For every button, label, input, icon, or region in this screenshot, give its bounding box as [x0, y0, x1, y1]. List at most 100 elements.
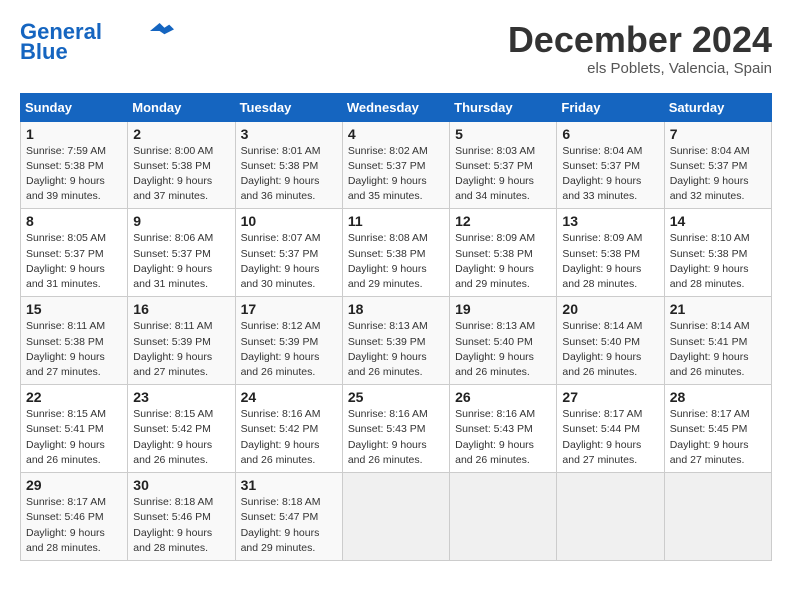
calendar-day-cell: 9 Sunrise: 8:06 AM Sunset: 5:37 PM Daylig… — [128, 209, 235, 297]
logo-blue-text: Blue — [20, 40, 68, 64]
calendar-day-cell: 18 Sunrise: 8:13 AM Sunset: 5:39 PM Dayli… — [342, 297, 449, 385]
day-number: 24 — [241, 389, 337, 405]
day-number: 28 — [670, 389, 766, 405]
day-info-text: Sunrise: 8:06 AM Sunset: 5:37 PM Dayligh… — [133, 231, 229, 292]
day-info-text: Sunrise: 7:59 AM Sunset: 5:38 PM Dayligh… — [26, 144, 122, 205]
logo: General Blue — [20, 20, 174, 64]
day-info-text: Sunrise: 8:04 AM Sunset: 5:37 PM Dayligh… — [562, 144, 658, 205]
day-header-wednesday: Wednesday — [342, 93, 449, 121]
calendar-day-cell: 4 Sunrise: 8:02 AM Sunset: 5:37 PM Daylig… — [342, 121, 449, 209]
calendar-week-row: 8 Sunrise: 8:05 AM Sunset: 5:37 PM Daylig… — [21, 209, 772, 297]
title-section: December 2024 els Poblets, Valencia, Spa… — [508, 20, 772, 77]
calendar-day-cell: 24 Sunrise: 8:16 AM Sunset: 5:42 PM Dayli… — [235, 385, 342, 473]
calendar-day-cell: 27 Sunrise: 8:17 AM Sunset: 5:44 PM Dayli… — [557, 385, 664, 473]
logo-bird-icon — [150, 23, 174, 39]
day-info-text: Sunrise: 8:15 AM Sunset: 5:42 PM Dayligh… — [133, 407, 229, 468]
day-info-text: Sunrise: 8:08 AM Sunset: 5:38 PM Dayligh… — [348, 231, 444, 292]
calendar-day-cell: 31 Sunrise: 8:18 AM Sunset: 5:47 PM Dayli… — [235, 473, 342, 561]
day-number: 22 — [26, 389, 122, 405]
calendar-day-cell: 17 Sunrise: 8:12 AM Sunset: 5:39 PM Dayli… — [235, 297, 342, 385]
location: els Poblets, Valencia, Spain — [508, 60, 772, 77]
day-info-text: Sunrise: 8:16 AM Sunset: 5:43 PM Dayligh… — [455, 407, 551, 468]
day-info-text: Sunrise: 8:01 AM Sunset: 5:38 PM Dayligh… — [241, 144, 337, 205]
calendar-day-cell: 7 Sunrise: 8:04 AM Sunset: 5:37 PM Daylig… — [664, 121, 771, 209]
calendar-body: 1 Sunrise: 7:59 AM Sunset: 5:38 PM Daylig… — [21, 121, 772, 560]
day-number: 17 — [241, 301, 337, 317]
day-info-text: Sunrise: 8:10 AM Sunset: 5:38 PM Dayligh… — [670, 231, 766, 292]
day-info-text: Sunrise: 8:11 AM Sunset: 5:39 PM Dayligh… — [133, 319, 229, 380]
calendar-empty-cell — [557, 473, 664, 561]
day-number: 7 — [670, 126, 766, 142]
day-number: 2 — [133, 126, 229, 142]
day-number: 27 — [562, 389, 658, 405]
day-number: 11 — [348, 213, 444, 229]
calendar-day-cell: 6 Sunrise: 8:04 AM Sunset: 5:37 PM Daylig… — [557, 121, 664, 209]
day-number: 6 — [562, 126, 658, 142]
calendar-day-cell: 3 Sunrise: 8:01 AM Sunset: 5:38 PM Daylig… — [235, 121, 342, 209]
day-info-text: Sunrise: 8:12 AM Sunset: 5:39 PM Dayligh… — [241, 319, 337, 380]
page-header: General Blue December 2024 els Poblets, … — [20, 20, 772, 77]
day-info-text: Sunrise: 8:07 AM Sunset: 5:37 PM Dayligh… — [241, 231, 337, 292]
day-info-text: Sunrise: 8:16 AM Sunset: 5:43 PM Dayligh… — [348, 407, 444, 468]
day-number: 18 — [348, 301, 444, 317]
day-header-monday: Monday — [128, 93, 235, 121]
day-number: 21 — [670, 301, 766, 317]
day-info-text: Sunrise: 8:13 AM Sunset: 5:40 PM Dayligh… — [455, 319, 551, 380]
day-info-text: Sunrise: 8:02 AM Sunset: 5:37 PM Dayligh… — [348, 144, 444, 205]
day-number: 5 — [455, 126, 551, 142]
day-info-text: Sunrise: 8:18 AM Sunset: 5:47 PM Dayligh… — [241, 495, 337, 556]
calendar-day-cell: 20 Sunrise: 8:14 AM Sunset: 5:40 PM Dayli… — [557, 297, 664, 385]
day-number: 14 — [670, 213, 766, 229]
day-number: 1 — [26, 126, 122, 142]
day-info-text: Sunrise: 8:09 AM Sunset: 5:38 PM Dayligh… — [455, 231, 551, 292]
day-number: 19 — [455, 301, 551, 317]
day-number: 25 — [348, 389, 444, 405]
day-header-friday: Friday — [557, 93, 664, 121]
day-header-tuesday: Tuesday — [235, 93, 342, 121]
day-number: 30 — [133, 477, 229, 493]
day-number: 26 — [455, 389, 551, 405]
day-info-text: Sunrise: 8:14 AM Sunset: 5:41 PM Dayligh… — [670, 319, 766, 380]
calendar-day-cell: 28 Sunrise: 8:17 AM Sunset: 5:45 PM Dayli… — [664, 385, 771, 473]
calendar-empty-cell — [664, 473, 771, 561]
calendar-day-cell: 29 Sunrise: 8:17 AM Sunset: 5:46 PM Dayli… — [21, 473, 128, 561]
day-header-thursday: Thursday — [450, 93, 557, 121]
calendar-day-cell: 14 Sunrise: 8:10 AM Sunset: 5:38 PM Dayli… — [664, 209, 771, 297]
day-number: 20 — [562, 301, 658, 317]
calendar-week-row: 22 Sunrise: 8:15 AM Sunset: 5:41 PM Dayli… — [21, 385, 772, 473]
day-info-text: Sunrise: 8:17 AM Sunset: 5:46 PM Dayligh… — [26, 495, 122, 556]
day-info-text: Sunrise: 8:09 AM Sunset: 5:38 PM Dayligh… — [562, 231, 658, 292]
calendar-header-row: SundayMondayTuesdayWednesdayThursdayFrid… — [21, 93, 772, 121]
day-number: 13 — [562, 213, 658, 229]
calendar-day-cell: 22 Sunrise: 8:15 AM Sunset: 5:41 PM Dayli… — [21, 385, 128, 473]
day-number: 31 — [241, 477, 337, 493]
day-info-text: Sunrise: 8:14 AM Sunset: 5:40 PM Dayligh… — [562, 319, 658, 380]
calendar-day-cell: 23 Sunrise: 8:15 AM Sunset: 5:42 PM Dayli… — [128, 385, 235, 473]
day-info-text: Sunrise: 8:17 AM Sunset: 5:44 PM Dayligh… — [562, 407, 658, 468]
calendar-day-cell: 5Sunrise: 8:03 AM Sunset: 5:37 PM Daylig… — [450, 121, 557, 209]
day-info-text: Sunrise: 8:15 AM Sunset: 5:41 PM Dayligh… — [26, 407, 122, 468]
day-header-sunday: Sunday — [21, 93, 128, 121]
calendar-day-cell: 11 Sunrise: 8:08 AM Sunset: 5:38 PM Dayli… — [342, 209, 449, 297]
calendar-day-cell: 13 Sunrise: 8:09 AM Sunset: 5:38 PM Dayli… — [557, 209, 664, 297]
calendar-day-cell: 26 Sunrise: 8:16 AM Sunset: 5:43 PM Dayli… — [450, 385, 557, 473]
day-number: 23 — [133, 389, 229, 405]
day-number: 15 — [26, 301, 122, 317]
day-number: 29 — [26, 477, 122, 493]
day-info-text: Sunrise: 8:16 AM Sunset: 5:42 PM Dayligh… — [241, 407, 337, 468]
day-info-text: Sunrise: 8:05 AM Sunset: 5:37 PM Dayligh… — [26, 231, 122, 292]
day-header-saturday: Saturday — [664, 93, 771, 121]
calendar-day-cell: 19 Sunrise: 8:13 AM Sunset: 5:40 PM Dayli… — [450, 297, 557, 385]
day-number: 9 — [133, 213, 229, 229]
day-info-text: Sunrise: 8:11 AM Sunset: 5:38 PM Dayligh… — [26, 319, 122, 380]
calendar-week-row: 15 Sunrise: 8:11 AM Sunset: 5:38 PM Dayli… — [21, 297, 772, 385]
day-info-text: Sunrise: 8:04 AM Sunset: 5:37 PM Dayligh… — [670, 144, 766, 205]
day-number: 8 — [26, 213, 122, 229]
day-info-text: Sunrise: 8:00 AM Sunset: 5:38 PM Dayligh… — [133, 144, 229, 205]
day-info-text: Sunrise: 8:17 AM Sunset: 5:45 PM Dayligh… — [670, 407, 766, 468]
day-info-text: Sunrise: 8:13 AM Sunset: 5:39 PM Dayligh… — [348, 319, 444, 380]
calendar-day-cell: 8 Sunrise: 8:05 AM Sunset: 5:37 PM Daylig… — [21, 209, 128, 297]
day-number: 3 — [241, 126, 337, 142]
calendar-day-cell: 10Sunrise: 8:07 AM Sunset: 5:37 PM Dayli… — [235, 209, 342, 297]
day-number: 4 — [348, 126, 444, 142]
